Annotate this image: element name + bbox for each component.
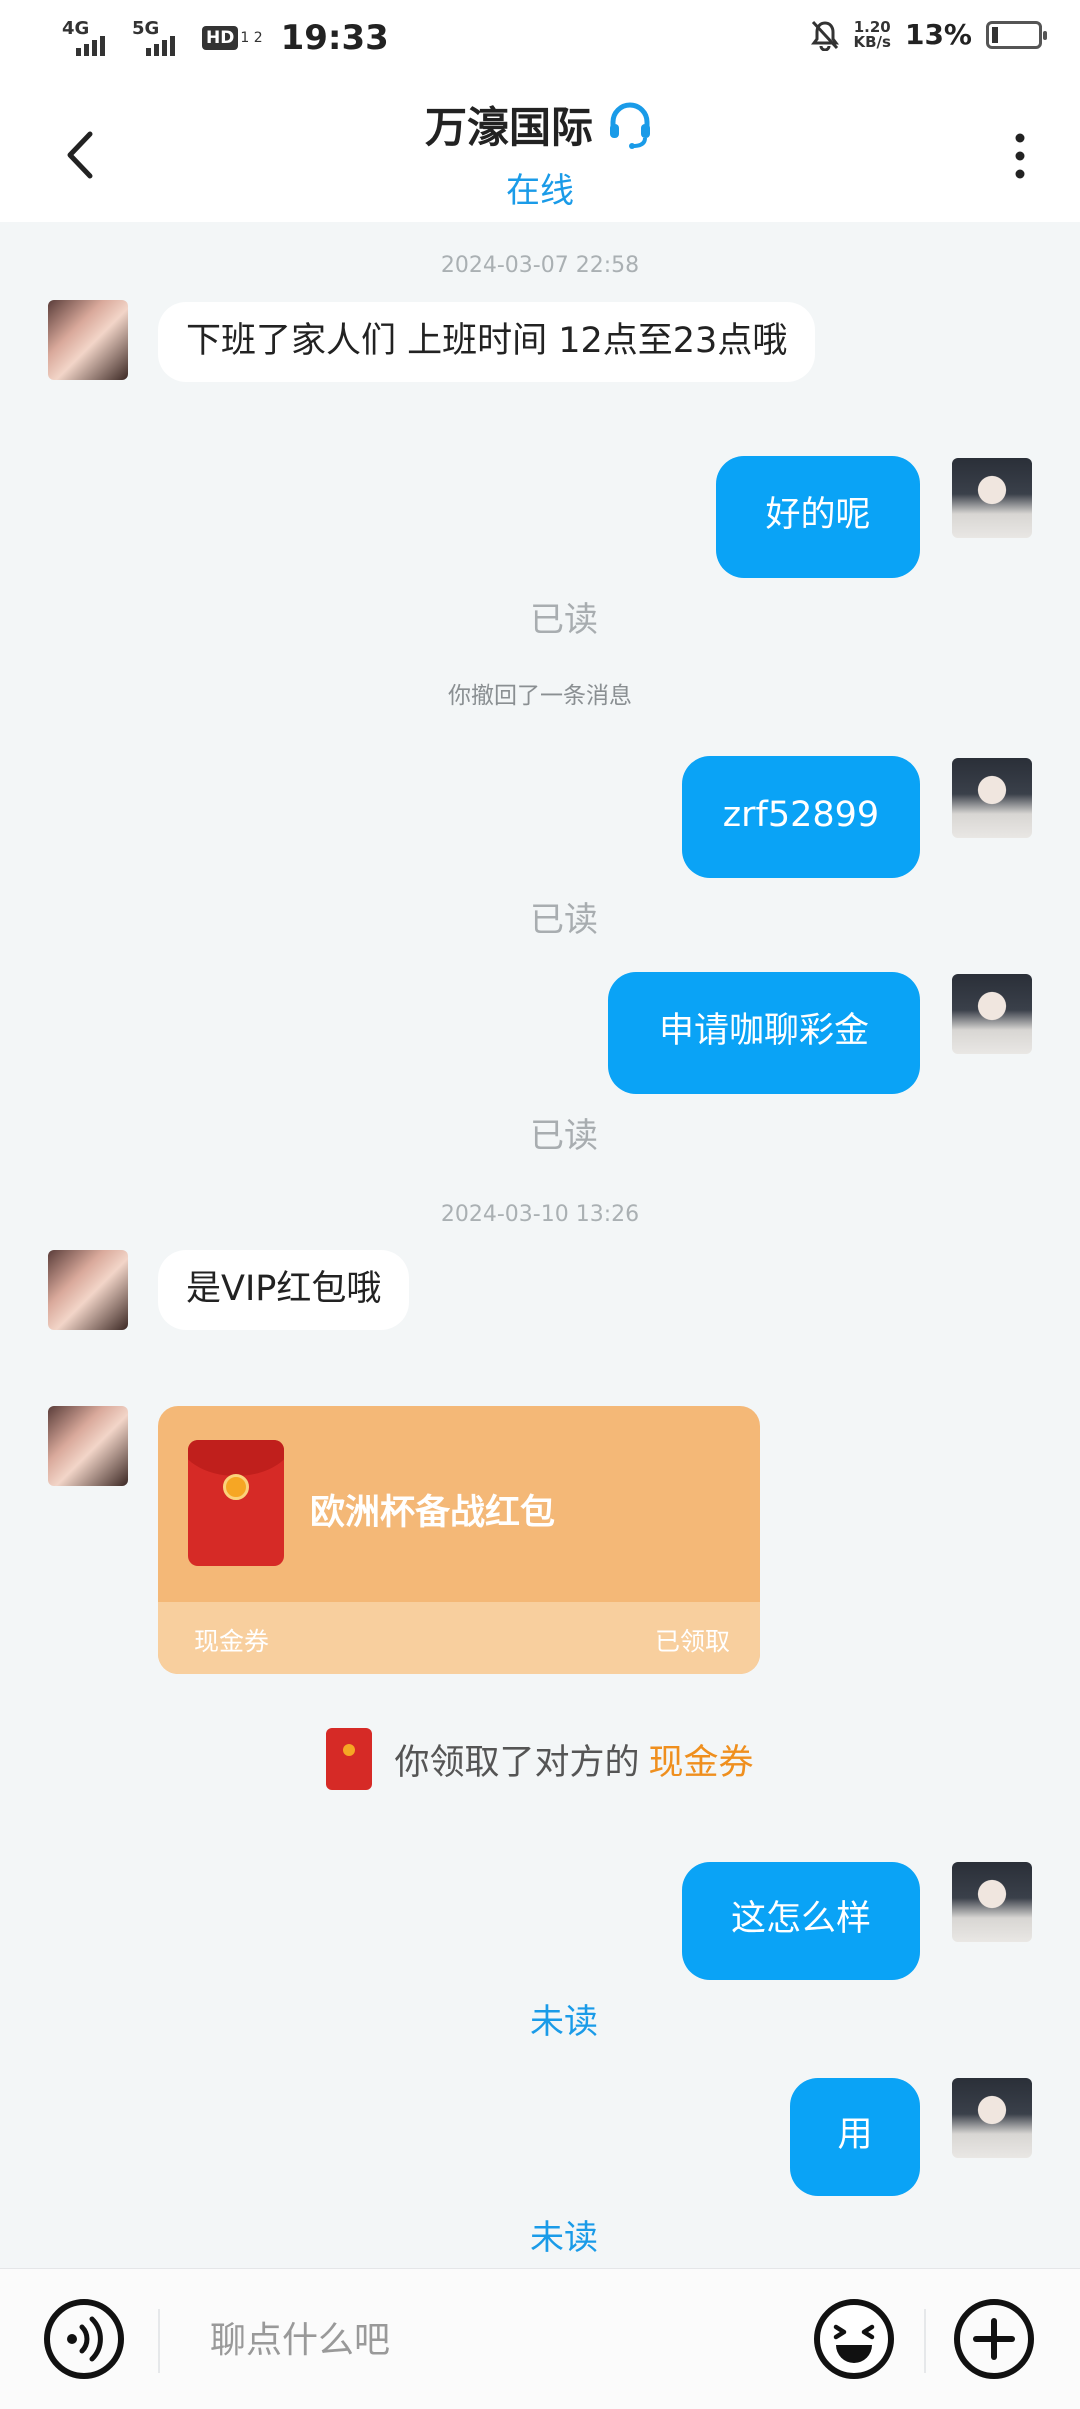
battery-percent: 13% <box>904 18 972 51</box>
more-actions-plus-button[interactable] <box>952 2297 1036 2381</box>
read-receipt: 已读 <box>530 1116 598 1156</box>
signal-4g-icon: 4G <box>62 18 118 58</box>
my-avatar[interactable] <box>952 758 1032 838</box>
battery-icon <box>986 20 1047 49</box>
unread-receipt: 未读 <box>530 2218 598 2258</box>
emoji-button[interactable] <box>812 2297 896 2381</box>
outgoing-message: 用 <box>790 2078 920 2196</box>
red-packet-type: 现金券 <box>194 1627 270 1656</box>
unread-receipt: 未读 <box>530 2002 598 2042</box>
contact-name: 万濠国际 <box>425 94 655 155</box>
more-options-button[interactable] <box>1008 126 1032 186</box>
online-status: 在线 <box>506 171 574 211</box>
voucher-link[interactable]: 现金券 <box>649 1743 754 1783</box>
my-avatar[interactable] <box>952 2078 1032 2158</box>
timestamp: 2024-03-07 22:58 <box>440 253 640 278</box>
incoming-message: 是VIP红包哦 <box>158 1250 410 1330</box>
read-receipt: 已读 <box>530 900 598 940</box>
network-speed: 1.20 KB/s <box>853 17 891 51</box>
signal-5g-icon: 5G <box>132 18 188 58</box>
read-receipt: 已读 <box>530 600 598 640</box>
voice-input-button[interactable] <box>42 2297 126 2381</box>
outgoing-message: 这怎么样 <box>682 1862 920 1980</box>
outgoing-message: 申请咖聊彩金 <box>608 972 920 1094</box>
red-packet-name: 欧洲杯备战红包 <box>310 1493 556 1533</box>
red-packet-card[interactable]: 欧洲杯备战红包 现金券 已领取 <box>158 1406 760 1674</box>
hd-voice-icon: HD 1 2 <box>202 26 263 50</box>
red-envelope-icon <box>188 1440 284 1566</box>
contact-avatar[interactable] <box>48 300 128 380</box>
red-packet-status: 已领取 <box>654 1627 730 1656</box>
message-input[interactable] <box>208 2303 772 2377</box>
status-bar: 4G 5G HD 1 2 19:33 1.20 KB/s 13% <box>0 0 1080 80</box>
customer-service-icon <box>610 102 650 149</box>
chat-header: 万濠国际 在线 <box>0 80 1080 222</box>
clock: 19:33 <box>280 18 389 58</box>
received-notice: 你领取了对方的 现金券 <box>0 1728 1080 1790</box>
red-envelope-icon <box>326 1728 373 1790</box>
my-avatar[interactable] <box>952 1862 1032 1942</box>
system-message: 你撤回了一条消息 <box>448 683 632 709</box>
outgoing-message: zrf52899 <box>682 756 920 878</box>
timestamp: 2024-03-10 13:26 <box>440 1202 640 1227</box>
outgoing-message: 好的呢 <box>716 456 920 578</box>
contact-avatar[interactable] <box>48 1250 128 1330</box>
notifications-muted-icon <box>810 20 839 51</box>
my-avatar[interactable] <box>952 974 1032 1054</box>
contact-avatar[interactable] <box>48 1406 128 1486</box>
input-bar <box>0 2268 1080 2409</box>
my-avatar[interactable] <box>952 458 1032 538</box>
incoming-message: 下班了家人们 上班时间 12点至23点哦 <box>158 302 816 382</box>
